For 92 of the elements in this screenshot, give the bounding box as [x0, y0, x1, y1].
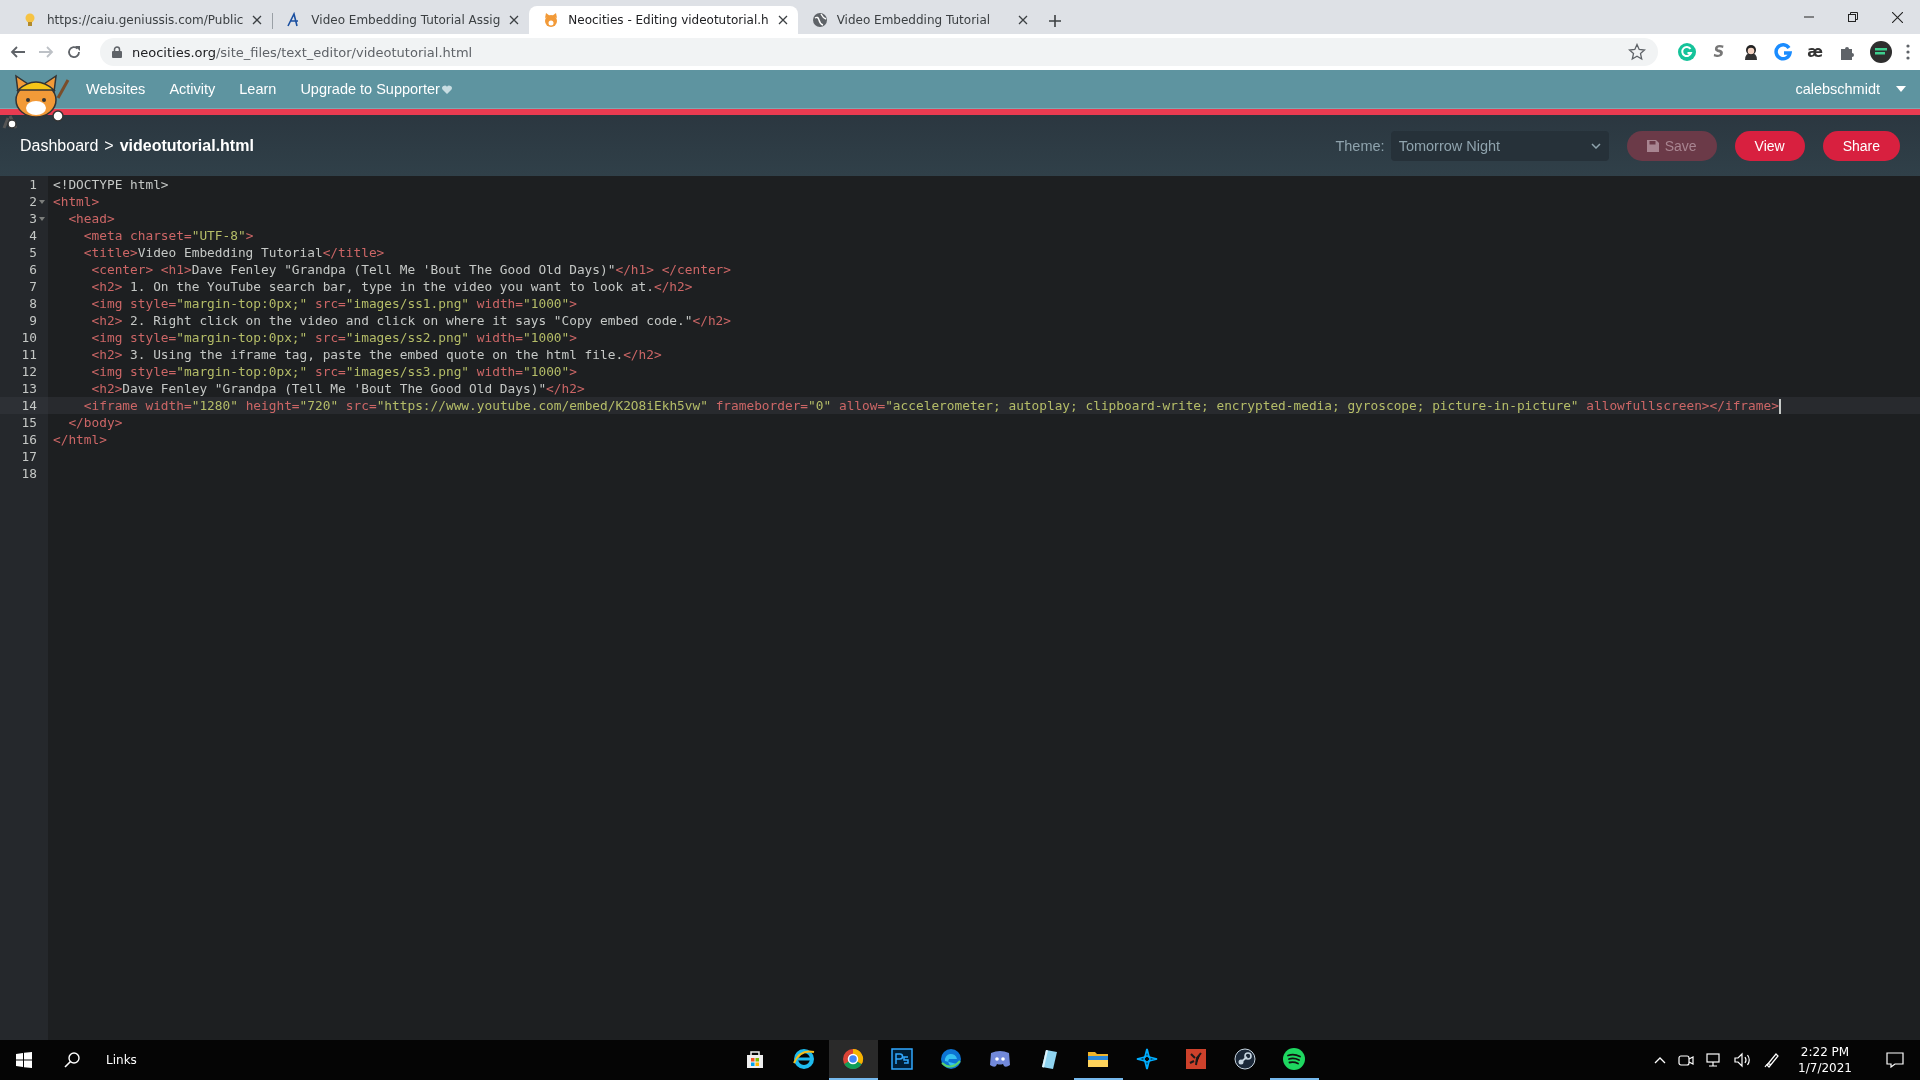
- action-button[interactable]: Share: [1822, 130, 1900, 161]
- close-icon[interactable]: [1892, 11, 1903, 23]
- e-browser-icon[interactable]: [792, 1047, 817, 1071]
- code-line: <!DOCTYPE html>: [52, 176, 169, 193]
- dashboard-link[interactable]: Dashboard: [20, 136, 99, 155]
- game-square-icon[interactable]: [1184, 1047, 1209, 1071]
- code-line: <h2> 2. Right click on the video and click on where it says "Copy embed code."</h2>: [90, 312, 731, 329]
- plus-icon[interactable]: [1047, 14, 1062, 28]
- theme-label: Theme:: [1335, 137, 1385, 154]
- chevron-icon: [1590, 142, 1601, 149]
- browser-tab[interactable]: Neocities - Editing videotutorial.h: [529, 6, 798, 34]
- user-menu[interactable]: calebschmidt: [1795, 81, 1880, 97]
- extension-icon[interactable]: æ: [1806, 43, 1824, 61]
- edge-browser-icon[interactable]: [939, 1047, 964, 1071]
- lock-icon: [112, 46, 122, 58]
- code-line: <img style="margin-top:0px;" src="images/ss3.png" width="1000">: [90, 363, 577, 380]
- steam-icon[interactable]: [1233, 1047, 1258, 1071]
- url-text: neocities.org/site_files/text_editor/videotutorial.html: [132, 44, 473, 60]
- code-line: <h2>Dave Fenley "Grandpa (Tell Me 'Bout The Good Old Days)"</h2>: [90, 380, 585, 397]
- chevron-up-icon[interactable]: [1654, 1056, 1667, 1064]
- star-burst-icon[interactable]: [1135, 1047, 1160, 1071]
- code-line: <title>Video Embedding Tutorial</title>: [82, 244, 385, 261]
- line-number: 2: [29, 193, 37, 210]
- line-number: 5: [29, 244, 37, 261]
- browser-tab[interactable]: https://caiu.geniussis.com/Public: [8, 6, 273, 34]
- search-icon[interactable]: [64, 1052, 80, 1068]
- close-icon[interactable]: [252, 15, 263, 25]
- browser-tab[interactable]: Video Embedding Tutorial Assig: [272, 6, 530, 34]
- links-toolbar[interactable]: Links: [96, 1040, 149, 1080]
- extension-icon[interactable]: S: [1710, 43, 1728, 61]
- code-line: <html>: [52, 193, 100, 210]
- person-icon[interactable]: [1742, 43, 1760, 61]
- nav-link[interactable]: Activity: [169, 81, 216, 97]
- photo-editor-icon[interactable]: [890, 1047, 915, 1071]
- close-icon[interactable]: [777, 15, 788, 25]
- restore-icon[interactable]: [1848, 12, 1858, 22]
- heart-icon: [441, 84, 452, 94]
- line-number: 12: [21, 363, 37, 380]
- star-icon[interactable]: [1628, 43, 1646, 61]
- code-line: </body>: [67, 414, 123, 431]
- line-number: 1: [29, 176, 37, 193]
- line-number: 9: [29, 312, 37, 329]
- nav-link[interactable]: Learn: [239, 81, 277, 97]
- grammar-check-icon[interactable]: [1678, 43, 1696, 61]
- speaker-icon[interactable]: [1734, 1052, 1753, 1068]
- caret-icon[interactable]: [1896, 86, 1906, 92]
- theme-select[interactable]: Tomorrow Night: [1390, 130, 1609, 161]
- line-number: 11: [21, 346, 37, 363]
- close-icon[interactable]: [1017, 15, 1028, 25]
- file-name: videotutorial.html: [119, 136, 254, 155]
- address-bar[interactable]: neocities.org/site_files/text_editor/videotutorial.html: [100, 38, 1658, 66]
- windows-icon[interactable]: [16, 1052, 32, 1068]
- line-number: 14: [21, 397, 37, 414]
- code-line: <meta charset="UTF-8">: [82, 227, 254, 244]
- code-line: <h2> 3. Using the iframe tag, paste the embed quote on the html file.</h2>: [90, 346, 662, 363]
- avatar-icon[interactable]: [1870, 41, 1892, 63]
- action-button[interactable]: View: [1734, 130, 1805, 161]
- line-number: 13: [21, 380, 37, 397]
- network-icon[interactable]: [1706, 1052, 1723, 1068]
- line-number: 4: [29, 227, 37, 244]
- browser-tab[interactable]: Video Embedding Tutorial: [797, 6, 1038, 34]
- chrome-browser-icon[interactable]: [841, 1047, 866, 1071]
- code-line: <iframe width="1280" height="720" src="https://www.youtube.com/embed/K2O8iEkh5vw" frameborder="0" allow="accelerometer; autoplay; clipboard-write; encrypted-media; gyroscope; picture-in-picture" allowfullscreen></iframe>: [82, 397, 1781, 414]
- music-app-icon[interactable]: [1282, 1047, 1307, 1071]
- code-line: </html>: [52, 431, 107, 448]
- code-line: <h2> 1. On the YouTube search bar, type in the video you want to look at.</h2>: [90, 278, 693, 295]
- line-number: 6: [29, 261, 37, 278]
- reload-icon[interactable]: [66, 44, 82, 60]
- line-number: 15: [21, 414, 37, 431]
- line-number: 10: [21, 329, 37, 346]
- line-number: 8: [29, 295, 37, 312]
- line-number: 16: [21, 431, 37, 448]
- code-line: <head>: [67, 210, 115, 227]
- pen-icon[interactable]: [1764, 1052, 1781, 1068]
- breadcrumb-separator: >: [104, 136, 114, 155]
- cat-icon: [543, 12, 560, 28]
- line-number: 7: [29, 278, 37, 295]
- more-icon[interactable]: [1906, 44, 1910, 60]
- code-line: <center> <h1>Dave Fenley "Grandpa (Tell Me 'Bout The Good Old Days)"</h1> </center>: [90, 261, 731, 278]
- notification-icon[interactable]: [1886, 1052, 1904, 1068]
- code-line: <img style="margin-top:0px;" src="images/ss1.png" width="1000">: [90, 295, 577, 312]
- clock[interactable]: 2:22 PM 1/7/2021: [1798, 1044, 1852, 1076]
- nav-link[interactable]: Websites: [86, 81, 146, 97]
- close-icon[interactable]: [509, 15, 520, 25]
- line-number: 17: [21, 448, 37, 465]
- code-line: <img style="margin-top:0px;" src="images/ss2.png" width="1000">: [90, 329, 577, 346]
- line-number: 3: [29, 210, 37, 227]
- back-icon[interactable]: [10, 44, 26, 60]
- camera-icon[interactable]: [1678, 1052, 1695, 1068]
- nav-link[interactable]: Upgrade to Supporter: [300, 81, 452, 97]
- line-number: 18: [21, 465, 37, 482]
- globe-icon: [811, 12, 828, 28]
